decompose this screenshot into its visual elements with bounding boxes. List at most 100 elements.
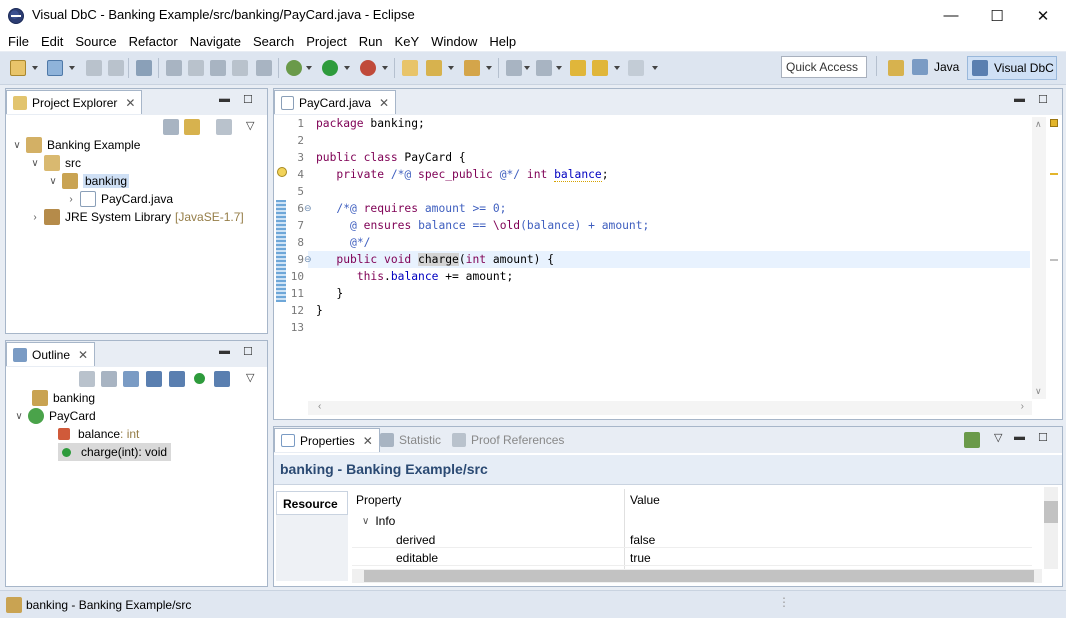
code-line[interactable]: this.balance += amount; bbox=[316, 270, 513, 283]
maximize-view-icon[interactable]: ☐ bbox=[1038, 431, 1048, 444]
view-menu-icon[interactable]: ▽ bbox=[246, 371, 254, 384]
chevron-down-icon[interactable]: ∨ bbox=[48, 176, 58, 187]
hide-local-types-icon[interactable] bbox=[214, 371, 230, 387]
run-icon[interactable] bbox=[322, 60, 338, 76]
code-line[interactable]: private /*@ spec_public @*/ int balance; bbox=[316, 168, 609, 182]
overview-marker[interactable] bbox=[1050, 259, 1058, 261]
run-external-icon[interactable] bbox=[360, 60, 376, 76]
menu-project[interactable]: Project bbox=[306, 34, 346, 49]
scroll-thumb[interactable] bbox=[1044, 501, 1058, 523]
forward-dropdown-icon[interactable] bbox=[652, 66, 658, 70]
table-row[interactable]: editable true bbox=[352, 548, 1032, 566]
sort-icon[interactable] bbox=[123, 371, 139, 387]
outline-filter-icon[interactable] bbox=[79, 371, 95, 387]
open-folder-icon[interactable] bbox=[402, 60, 418, 76]
chevron-down-icon[interactable]: ∨ bbox=[14, 411, 24, 422]
wand-dropdown-icon[interactable] bbox=[448, 66, 454, 70]
table-row[interactable]: derived false bbox=[352, 530, 1032, 548]
menu-run[interactable]: Run bbox=[359, 34, 383, 49]
maximize-view-icon[interactable]: ☐ bbox=[243, 93, 253, 106]
maximize-view-icon[interactable]: ☐ bbox=[1038, 93, 1048, 106]
fold-collapse-icon[interactable]: ⊖ bbox=[304, 203, 312, 214]
tool-icon-5[interactable] bbox=[256, 60, 272, 76]
back-dropdown-icon[interactable] bbox=[614, 66, 620, 70]
outline-item-balance[interactable]: balance : int bbox=[58, 425, 139, 443]
tree-item-src[interactable]: ∨ src bbox=[30, 154, 81, 172]
open-type-dropdown-icon[interactable] bbox=[486, 66, 492, 70]
tree-item-paycard-java[interactable]: › PayCard.java bbox=[66, 190, 173, 208]
perspective-visual-dbc[interactable]: Visual DbC bbox=[967, 56, 1057, 80]
outline-item-banking[interactable]: banking bbox=[32, 389, 95, 407]
scroll-up-icon[interactable]: ∧ bbox=[1035, 119, 1042, 130]
close-icon[interactable]: ✕ bbox=[379, 96, 389, 110]
code-line[interactable]: @*/ bbox=[316, 236, 370, 249]
tool-icon-2[interactable] bbox=[188, 60, 204, 76]
menu-help[interactable]: Help bbox=[489, 34, 516, 49]
vertical-scrollbar[interactable]: ∧ ∨ bbox=[1032, 117, 1046, 399]
scroll-left-icon[interactable]: ‹ bbox=[318, 401, 321, 412]
menu-search[interactable]: Search bbox=[253, 34, 294, 49]
debug-dropdown-icon[interactable] bbox=[306, 66, 312, 70]
fold-collapse-icon[interactable]: ⊖ bbox=[304, 254, 312, 265]
column-header-value[interactable]: Value bbox=[630, 493, 660, 507]
code-line[interactable]: public void charge(int amount) { bbox=[316, 253, 554, 266]
tab-project-explorer[interactable]: Project Explorer ✕ bbox=[6, 90, 143, 114]
tool-icon-4[interactable] bbox=[232, 60, 248, 76]
view-menu-icon[interactable]: ▽ bbox=[994, 431, 1002, 444]
menu-refactor[interactable]: Refactor bbox=[129, 34, 178, 49]
column-header-property[interactable]: Property bbox=[356, 493, 401, 507]
tree-item-banking-example[interactable]: ∨ Banking Example bbox=[12, 136, 140, 154]
minimize-view-icon[interactable]: ▬ bbox=[219, 93, 230, 105]
scroll-right-icon[interactable]: › bbox=[1021, 401, 1024, 412]
minimize-button[interactable]: — bbox=[928, 0, 974, 31]
scroll-down-icon[interactable]: ∨ bbox=[1035, 386, 1042, 397]
close-button[interactable]: ✕ bbox=[1020, 0, 1066, 31]
filter-icon[interactable] bbox=[216, 119, 232, 135]
maximize-view-icon[interactable]: ☐ bbox=[243, 345, 253, 358]
link-with-editor-icon[interactable] bbox=[184, 119, 200, 135]
hide-fields-icon[interactable] bbox=[146, 371, 162, 387]
outline-item-charge[interactable]: charge(int) : void bbox=[58, 443, 172, 461]
chevron-down-icon[interactable]: ∨ bbox=[362, 516, 369, 527]
back-icon[interactable] bbox=[592, 60, 608, 76]
scroll-thumb[interactable] bbox=[364, 570, 1034, 582]
last-edit-icon[interactable] bbox=[570, 60, 586, 76]
warning-marker-icon[interactable] bbox=[277, 167, 287, 177]
code-line[interactable]: package banking; bbox=[316, 117, 425, 130]
prev-annotation-dropdown-icon[interactable] bbox=[556, 66, 562, 70]
chevron-right-icon[interactable]: › bbox=[30, 212, 40, 223]
run-dropdown-icon[interactable] bbox=[344, 66, 350, 70]
properties-vertical-scrollbar[interactable] bbox=[1044, 487, 1058, 569]
chevron-down-icon[interactable]: ∨ bbox=[12, 140, 22, 151]
pin-view-icon[interactable] bbox=[964, 432, 980, 448]
tab-statistic[interactable]: Statistic bbox=[374, 428, 447, 452]
overview-marker[interactable] bbox=[1050, 173, 1058, 175]
menu-source[interactable]: Source bbox=[75, 34, 116, 49]
tab-properties[interactable]: Properties ✕ bbox=[274, 428, 380, 452]
tab-paycard-java[interactable]: PayCard.java ✕ bbox=[274, 90, 397, 114]
tree-item-jre-system-library[interactable]: › JRE System Library [JavaSE-1.7] bbox=[30, 208, 244, 226]
open-perspective-icon[interactable] bbox=[888, 60, 904, 76]
hide-nonpublic-icon[interactable] bbox=[194, 373, 205, 384]
minimize-view-icon[interactable]: ▬ bbox=[219, 345, 230, 357]
properties-horizontal-scrollbar[interactable] bbox=[352, 569, 1042, 583]
chevron-right-icon[interactable]: › bbox=[66, 194, 76, 205]
next-annotation-dropdown-icon[interactable] bbox=[524, 66, 530, 70]
collapse-all-icon[interactable] bbox=[101, 371, 117, 387]
next-annotation-icon[interactable] bbox=[506, 60, 522, 76]
chevron-down-icon[interactable]: ∨ bbox=[30, 158, 40, 169]
tool-icon-1[interactable] bbox=[166, 60, 182, 76]
perspective-java[interactable]: Java bbox=[910, 56, 965, 78]
forward-icon[interactable] bbox=[628, 60, 644, 76]
minimize-view-icon[interactable]: ▬ bbox=[1014, 431, 1025, 443]
menu-navigate[interactable]: Navigate bbox=[190, 34, 241, 49]
save-icon[interactable] bbox=[86, 60, 102, 76]
run-external-dropdown-icon[interactable] bbox=[382, 66, 388, 70]
tab-proof-references[interactable]: Proof References bbox=[446, 428, 570, 452]
code-line[interactable]: } bbox=[316, 304, 323, 317]
close-icon[interactable]: ✕ bbox=[125, 96, 135, 110]
overview-warning-icon[interactable] bbox=[1050, 119, 1058, 127]
tree-item-banking[interactable]: ∨ banking bbox=[48, 172, 130, 190]
group-row-info[interactable]: ∨ Info bbox=[362, 514, 395, 528]
quick-access-input[interactable]: Quick Access bbox=[781, 56, 867, 78]
